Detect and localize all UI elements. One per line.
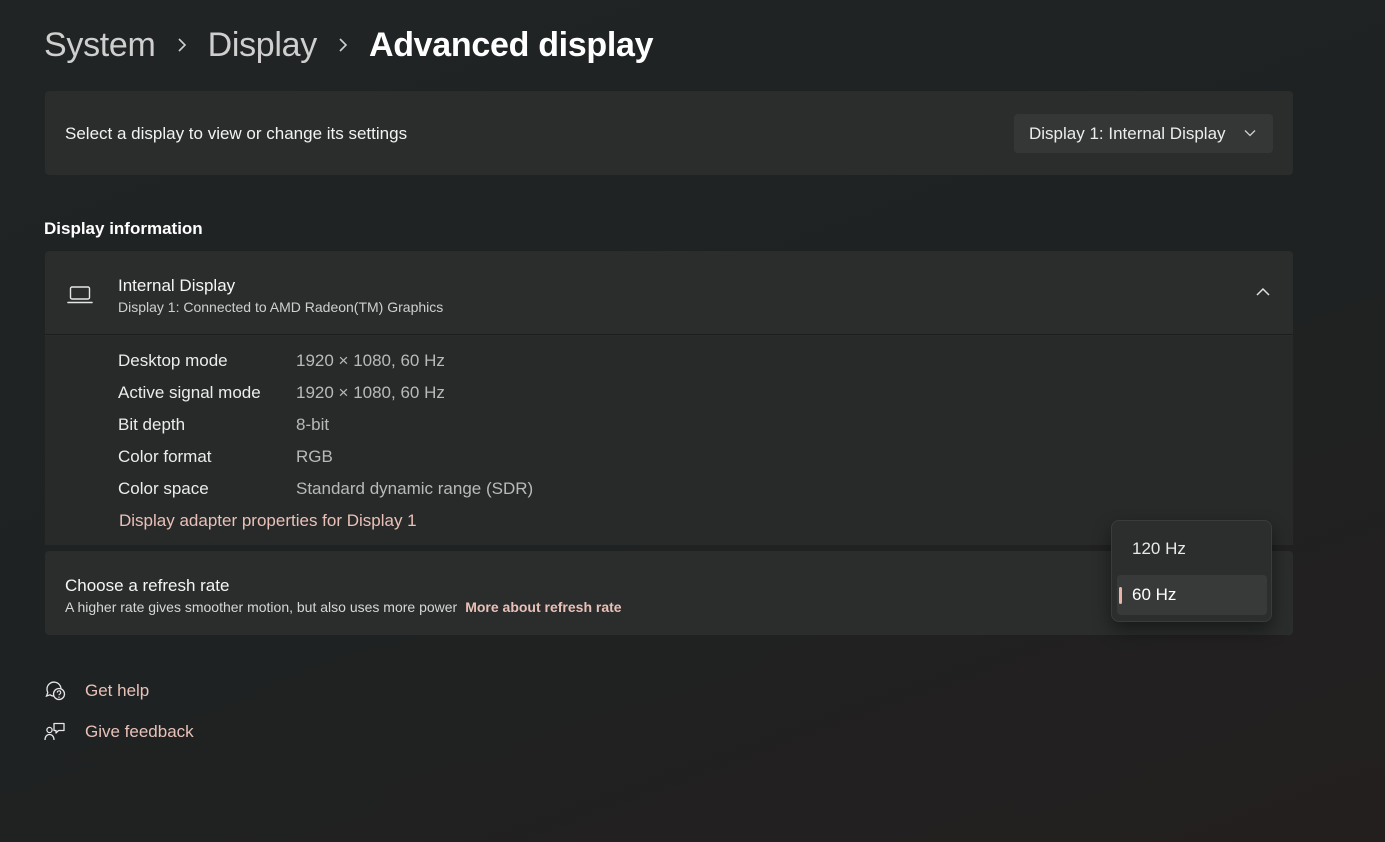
display-information-header[interactable]: Internal Display Display 1: Connected to… bbox=[45, 251, 1293, 335]
info-key: Bit depth bbox=[118, 415, 186, 434]
breadcrumb: System Display Advanced display bbox=[44, 22, 654, 68]
info-value: 1920 × 1080, 60 Hz bbox=[296, 383, 445, 402]
info-row-color-space: Color space Standard dynamic range (SDR) bbox=[118, 473, 533, 505]
laptop-icon bbox=[67, 286, 93, 304]
display-select-dropdown[interactable]: Display 1: Internal Display bbox=[1014, 114, 1273, 153]
info-row-color-format: Color format RGB bbox=[118, 441, 333, 473]
give-feedback-label: Give feedback bbox=[85, 722, 194, 741]
breadcrumb-display[interactable]: Display bbox=[208, 26, 318, 65]
display-select-label: Select a display to view or change its s… bbox=[65, 124, 408, 143]
refresh-option-60hz-selected[interactable]: 60 Hz bbox=[1117, 575, 1267, 615]
give-feedback-link[interactable]: Give feedback bbox=[44, 718, 194, 746]
info-row-bit-depth: Bit depth 8-bit bbox=[118, 409, 329, 441]
refresh-rate-subtitle: A higher rate gives smoother motion, but… bbox=[65, 599, 458, 615]
info-row-active-signal-mode: Active signal mode 1920 × 1080, 60 Hz bbox=[118, 377, 445, 409]
info-key: Desktop mode bbox=[118, 351, 228, 370]
display-select-card: Select a display to view or change its s… bbox=[45, 91, 1293, 175]
page-title: Advanced display bbox=[368, 25, 654, 64]
chevron-up-icon[interactable] bbox=[1255, 286, 1271, 298]
display-adapter-properties-link[interactable]: Display adapter properties for Display 1 bbox=[119, 511, 417, 531]
info-key: Color space bbox=[118, 479, 209, 498]
info-value: Standard dynamic range (SDR) bbox=[296, 479, 534, 498]
display-name: Internal Display bbox=[118, 276, 236, 295]
info-row-desktop-mode: Desktop mode 1920 × 1080, 60 Hz bbox=[118, 345, 445, 377]
refresh-rate-card: Choose a refresh rate A higher rate give… bbox=[45, 551, 1293, 635]
info-value: RGB bbox=[296, 447, 333, 466]
display-connection: Display 1: Connected to AMD Radeon(TM) G… bbox=[118, 299, 444, 315]
refresh-rate-dropdown-menu: 120 Hz 60 Hz bbox=[1111, 520, 1272, 622]
info-value: 1920 × 1080, 60 Hz bbox=[296, 351, 445, 370]
info-key: Active signal mode bbox=[118, 383, 261, 402]
refresh-rate-title: Choose a refresh rate bbox=[65, 576, 230, 595]
info-value: 8-bit bbox=[296, 415, 330, 434]
get-help-link[interactable]: Get help bbox=[44, 677, 149, 705]
refresh-rate-description: A higher rate gives smoother motion, but… bbox=[65, 599, 622, 615]
chevron-right-icon bbox=[317, 38, 369, 52]
chevron-down-icon bbox=[1244, 130, 1256, 137]
feedback-icon bbox=[44, 722, 65, 741]
chevron-right-icon bbox=[156, 38, 208, 52]
more-about-refresh-rate-link[interactable]: More about refresh rate bbox=[465, 599, 621, 615]
help-chat-icon bbox=[45, 681, 66, 701]
breadcrumb-system[interactable]: System bbox=[44, 26, 156, 65]
display-select-value: Display 1: Internal Display bbox=[1029, 123, 1226, 143]
get-help-label: Get help bbox=[85, 681, 150, 700]
refresh-option-120hz[interactable]: 120 Hz bbox=[1117, 529, 1267, 569]
section-title-display-information: Display information bbox=[44, 219, 203, 238]
display-information-details: Desktop mode 1920 × 1080, 60 Hz Active s… bbox=[45, 336, 1293, 545]
info-key: Color format bbox=[118, 447, 212, 466]
display-information-card: Internal Display Display 1: Connected to… bbox=[45, 251, 1293, 545]
